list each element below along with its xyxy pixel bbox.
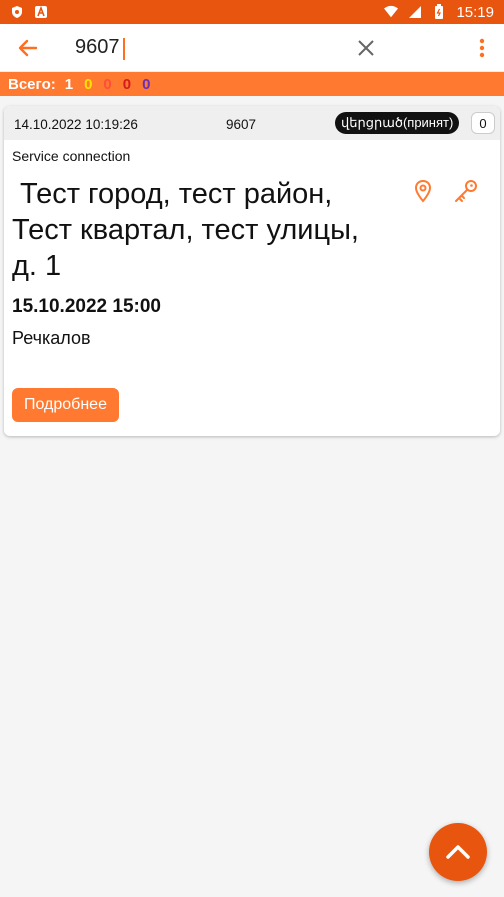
order-number: 9607 (226, 117, 257, 132)
order-card[interactable]: 14.10.2022 10:19:26 9607 վերցրած(принят)… (4, 106, 500, 436)
count-light-red: 0 (103, 75, 112, 93)
count-yellow: 0 (84, 75, 93, 93)
created-datetime: 14.10.2022 10:19:26 (14, 117, 138, 132)
text-caret (123, 38, 125, 60)
count-badge: 0 (471, 112, 495, 134)
due-datetime: 15.10.2022 15:00 (12, 296, 161, 317)
more-vert-icon (479, 38, 485, 58)
clock-time: 15:19 (456, 3, 494, 21)
service-type: Service connection (12, 148, 131, 164)
search-input[interactable] (75, 36, 335, 59)
chevron-up-icon (446, 845, 470, 859)
address-line-2: Тест квартал, тест улицы, (12, 214, 359, 246)
clear-search-button[interactable] (352, 34, 380, 62)
address-line-1: Тест город, тест район, (20, 178, 333, 210)
app-a-icon (34, 5, 48, 19)
card-header: 14.10.2022 10:19:26 9607 վերցրած(принят)… (4, 106, 500, 140)
search-toolbar (0, 24, 504, 72)
count-purple: 0 (142, 75, 151, 93)
assignee-name: Речкалов (12, 328, 91, 348)
battery-icon (432, 4, 446, 19)
scroll-top-button[interactable] (429, 823, 487, 881)
address-line-3: д. 1 (12, 250, 62, 282)
wifi-icon (384, 5, 399, 19)
total-label: Всего: (8, 75, 56, 93)
close-icon (358, 40, 374, 56)
count-red: 0 (122, 75, 132, 93)
key-icon[interactable] (453, 178, 479, 204)
back-arrow-icon (18, 39, 38, 56)
count-total: 1 (64, 75, 74, 93)
details-button[interactable]: Подробнее (12, 388, 119, 422)
summary-bar: Всего: 1 0 0 0 0 (0, 72, 504, 96)
status-badge: վերցրած(принят) (335, 112, 460, 134)
shield-icon (10, 5, 24, 19)
address: Тест город, тест район, Тест квартал, те… (12, 176, 392, 284)
overflow-menu-button[interactable] (468, 34, 496, 62)
status-bar: 15:19 (0, 0, 504, 24)
signal-icon (408, 5, 422, 19)
location-pin-icon[interactable] (411, 179, 435, 203)
back-button[interactable] (0, 24, 56, 72)
